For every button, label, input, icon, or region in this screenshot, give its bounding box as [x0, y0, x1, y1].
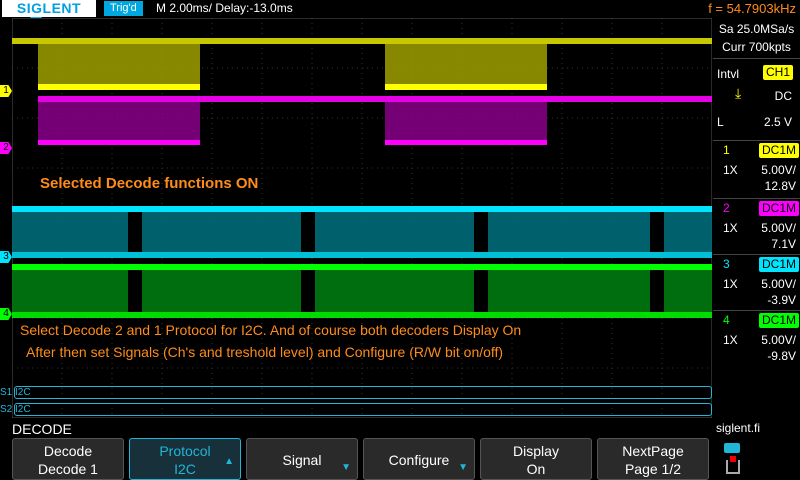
ch1-number: 1	[723, 143, 730, 157]
frequency-readout: f = 54.7903kHz	[708, 1, 796, 16]
decode-bar-s1[interactable]: I2C	[14, 386, 712, 399]
trigger-slope-icon: ⤓	[735, 85, 742, 101]
ch1-marker-icon[interactable]: 1	[0, 85, 12, 97]
ch3-trace	[12, 206, 712, 258]
ch3-offset: -3.9V	[767, 293, 796, 307]
decode-bar-s2[interactable]: I2C	[14, 403, 712, 416]
display-label: Display	[513, 443, 559, 459]
decode-select-button[interactable]: Decode Decode 1	[12, 438, 124, 480]
ch4-probe: 1X	[723, 333, 738, 347]
trigger-coupling: DC	[774, 89, 792, 103]
ch4-number: 4	[723, 313, 730, 327]
brand-logo: SIGLENT	[2, 0, 96, 17]
trigger-level-label: L	[717, 115, 724, 129]
decode-select-value: Decode 1	[38, 461, 98, 477]
ch2-coupling-badge: DC1M	[759, 201, 800, 216]
configure-button[interactable]: Configure ▼	[363, 438, 475, 480]
note-set-signals: After then set Signals (Ch's and treshol…	[26, 344, 504, 360]
ch4-marker-icon[interactable]: 4	[0, 308, 12, 320]
ch1-info[interactable]: 1 DC1M 1X 5.00V/ 12.8V	[713, 140, 800, 200]
decode-bar-s1-protocol: I2C	[15, 387, 31, 398]
ch2-info[interactable]: 2 DC1M 1X 5.00V/ 7.1V	[713, 198, 800, 258]
signal-button[interactable]: Signal ▼	[246, 438, 358, 480]
ch2-offset: 7.1V	[771, 237, 796, 251]
ch2-number: 2	[723, 201, 730, 215]
ch1-trace	[12, 38, 712, 90]
ch3-number: 3	[723, 257, 730, 271]
protocol-button[interactable]: Protocol I2C ▲	[129, 438, 241, 480]
protocol-arrow-up-icon: ▲	[224, 456, 234, 467]
ch2-scale: 5.00V/	[761, 221, 796, 235]
trigger-mode: Intvl	[717, 67, 740, 81]
memory-depth: Curr 700kpts	[722, 40, 791, 54]
ch4-scale: 5.00V/	[761, 333, 796, 347]
ch3-coupling-badge: DC1M	[759, 257, 800, 272]
ch4-trace	[12, 264, 712, 318]
ch1-scale: 5.00V/	[761, 163, 796, 177]
decode-bar-s2-protocol: I2C	[15, 404, 31, 415]
decode-select-label: Decode	[43, 443, 93, 459]
decode-bar-label-s2: S2	[0, 404, 13, 415]
trigger-source-badge: CH1	[763, 65, 794, 80]
ch1-coupling-badge: DC1M	[759, 143, 800, 158]
trigger-panel[interactable]: Intvl CH1 ⤓ DC L 2.5 V	[713, 58, 800, 134]
network-icon	[726, 460, 740, 474]
display-button[interactable]: Display On	[480, 438, 592, 480]
ch4-coupling-badge: DC1M	[759, 313, 800, 328]
site-watermark: siglent.fi	[716, 421, 761, 435]
ch3-probe: 1X	[723, 277, 738, 291]
ch4-info[interactable]: 4 DC1M 1X 5.00V/ -9.8V	[713, 310, 800, 370]
signal-arrow-down-icon: ▼	[341, 462, 351, 473]
timebase-readout: M 2.00ms/ Delay:-13.0ms	[156, 1, 293, 15]
ch3-scale: 5.00V/	[761, 277, 796, 291]
nextpage-value: Page 1/2	[624, 461, 682, 477]
display-value: On	[526, 461, 546, 477]
note-select-decode: Select Decode 2 and 1 Protocol for I2C. …	[20, 322, 522, 338]
nextpage-button[interactable]: NextPage Page 1/2	[597, 438, 709, 480]
menu-title: DECODE	[12, 421, 72, 437]
decode-bar-label-s1: S1	[0, 387, 13, 398]
ch2-probe: 1X	[723, 221, 738, 235]
ch1-offset: 12.8V	[764, 179, 796, 193]
sample-rate: Sa 25.0MSa/s	[718, 22, 795, 36]
usb-icon	[724, 443, 740, 453]
ch4-offset: -9.8V	[767, 349, 796, 363]
network-dot-icon	[730, 456, 736, 462]
ch3-info[interactable]: 3 DC1M 1X 5.00V/ -3.9V	[713, 254, 800, 314]
right-info-panel: Sa 25.0MSa/s Curr 700kpts Intvl CH1 ⤓ DC…	[713, 18, 800, 418]
ch1-probe: 1X	[723, 163, 738, 177]
nextpage-label: NextPage	[622, 443, 684, 459]
ch3-marker-icon[interactable]: 3	[0, 251, 12, 263]
note-decode-on: Selected Decode functions ON	[40, 175, 259, 192]
ch2-marker-icon[interactable]: 2	[0, 142, 12, 154]
ch2-trace	[38, 96, 712, 145]
trigger-level: 2.5 V	[763, 115, 792, 129]
configure-arrow-down-icon: ▼	[458, 462, 468, 473]
trigger-status-badge: Trig'd	[104, 1, 143, 16]
